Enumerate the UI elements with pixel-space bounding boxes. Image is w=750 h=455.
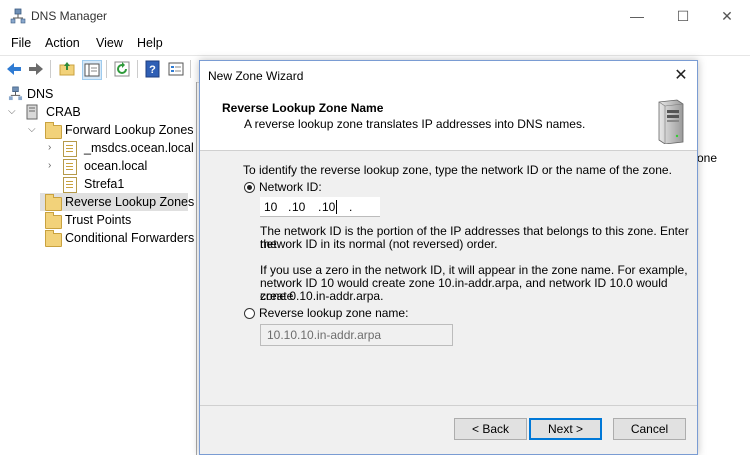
zone-file-icon (63, 141, 77, 157)
dns-manager-app-icon (10, 8, 26, 24)
next-button[interactable]: Next > (529, 418, 602, 440)
tree-label-trust-points: Trust Points (65, 213, 132, 227)
octet-dot: . (318, 200, 322, 214)
tree-node-strefa1[interactable]: Strefa1 (6, 175, 192, 193)
show-hide-tree-icon[interactable] (82, 60, 102, 80)
help-icon[interactable]: ? (144, 60, 162, 78)
refresh-icon[interactable] (113, 60, 131, 78)
network-id-label[interactable]: Network ID: (259, 181, 322, 194)
tree-node-reverse-lookup-zones[interactable]: Reverse Lookup Zones (40, 193, 194, 211)
expand-chevron-icon[interactable]: › (48, 157, 51, 175)
tree-node-trust-points[interactable]: Trust Points (6, 211, 192, 229)
network-id-octet-1[interactable]: 10 (264, 200, 277, 214)
reverse-zone-name-input[interactable]: 10.10.10.in-addr.arpa (260, 324, 453, 346)
menu-file[interactable]: File (11, 36, 31, 50)
dialog-titlebar: New Zone Wizard ✕ (200, 61, 697, 90)
window-title: DNS Manager (31, 9, 108, 23)
text-cursor (336, 200, 337, 214)
zone-file-icon (63, 159, 77, 175)
dialog-title: New Zone Wizard (208, 69, 304, 83)
intro-text: To identify the reverse lookup zone, typ… (243, 163, 672, 177)
octet-dot: . (349, 200, 353, 214)
close-button[interactable]: ✕ (704, 0, 750, 32)
forward-arrow-icon[interactable] (27, 60, 45, 78)
maximize-button[interactable]: ☐ (660, 0, 706, 32)
folder-icon (45, 194, 62, 211)
network-id-octet-2[interactable]: 10 (292, 200, 305, 214)
octet-dot: . (288, 200, 292, 214)
collapse-chevron-icon[interactable]: ⌵ (28, 121, 36, 139)
folder-icon (45, 122, 62, 139)
network-id-radio[interactable] (244, 182, 255, 193)
reverse-zone-name-radio[interactable] (244, 308, 255, 319)
zone-file-icon (63, 177, 77, 193)
server-icon (26, 104, 38, 120)
menu-help[interactable]: Help (137, 36, 163, 50)
menu-action[interactable]: Action (45, 36, 80, 50)
up-folder-icon[interactable] (58, 60, 76, 78)
tree-label-zone: Strefa1 (84, 177, 125, 191)
folder-icon (45, 230, 62, 247)
network-id-octet-3[interactable]: 10 (322, 200, 335, 214)
folder-icon (45, 212, 62, 229)
close-icon: ✕ (721, 7, 733, 24)
dns-root-icon (8, 86, 23, 101)
tree-label-zone: _msdcs.ocean.local (84, 141, 194, 155)
expand-chevron-icon[interactable]: › (48, 139, 51, 157)
details-pane-text: one (697, 151, 718, 165)
new-zone-wizard-dialog: New Zone Wizard ✕ Reverse Lookup Zone Na… (199, 60, 698, 455)
collapse-chevron-icon[interactable]: ⌵ (8, 103, 16, 121)
tree-node-conditional-forwarders[interactable]: Conditional Forwarders (6, 229, 195, 247)
minimize-button[interactable]: — (614, 0, 660, 32)
tree-label-forward-lookup-zones: Forward Lookup Zones (65, 123, 194, 137)
wizard-body: To identify the reverse lookup zone, typ… (200, 151, 697, 403)
details-pane (697, 82, 750, 455)
main-titlebar: DNS Manager — ☐ ✕ (0, 0, 750, 32)
server-tower-icon (658, 99, 684, 144)
back-button[interactable]: < Back (454, 418, 527, 440)
zero-help-line: zone 0.10.in-addr.arpa. (260, 289, 384, 303)
cancel-button[interactable]: Cancel (613, 418, 686, 440)
tree-label-dns: DNS (27, 87, 54, 101)
properties-icon[interactable] (167, 60, 185, 78)
tree-label-reverse-lookup-zones: Reverse Lookup Zones (65, 195, 195, 209)
wizard-page-subtitle: A reverse lookup zone translates IP addr… (244, 117, 586, 131)
tree-node-crab[interactable]: ⌵ CRAB (6, 103, 186, 121)
close-icon: ✕ (674, 67, 688, 84)
tree-node-msdcs[interactable]: › _msdcs.ocean.local (6, 139, 194, 157)
svg-text:?: ? (149, 64, 156, 76)
dialog-close-button[interactable]: ✕ (668, 63, 694, 87)
back-arrow-icon[interactable] (5, 60, 23, 78)
network-id-input[interactable]: 10 . 10 . 10 . (260, 197, 380, 217)
menu-view[interactable]: View (96, 36, 123, 50)
tree-label-crab: CRAB (46, 105, 81, 119)
menu-bar: File Action View Help (0, 32, 750, 54)
console-tree: DNS ⌵ CRAB ⌵ Forward Lookup Zones › _msd… (0, 82, 197, 455)
minimize-icon: — (630, 8, 644, 24)
tree-node-ocean-local[interactable]: › ocean.local (6, 157, 192, 175)
network-id-help-line: network ID in its normal (not reversed) … (260, 237, 498, 251)
tree-node-forward-lookup-zones[interactable]: ⌵ Forward Lookup Zones (6, 121, 194, 139)
wizard-page-title: Reverse Lookup Zone Name (222, 101, 384, 115)
maximize-icon: ☐ (676, 7, 690, 24)
tree-label-zone: ocean.local (84, 159, 148, 173)
reverse-zone-name-label[interactable]: Reverse lookup zone name: (259, 307, 408, 320)
wizard-header: Reverse Lookup Zone Name A reverse looku… (200, 90, 697, 151)
tree-label-conditional-forwarders: Conditional Forwarders (65, 231, 195, 245)
footer-divider (200, 405, 697, 406)
